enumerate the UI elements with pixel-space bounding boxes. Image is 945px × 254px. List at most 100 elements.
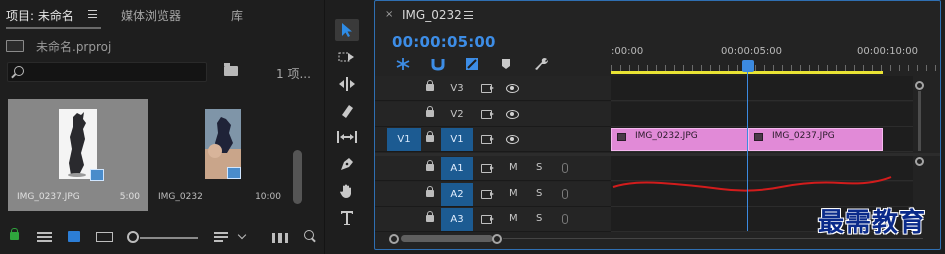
lock-icon[interactable] xyxy=(426,211,434,222)
fx-badge-icon xyxy=(754,133,763,141)
solo-button[interactable]: S xyxy=(536,188,542,199)
tab-libraries[interactable]: 库 xyxy=(231,7,243,24)
microphone-icon[interactable] xyxy=(562,214,568,224)
track-select-icon xyxy=(338,52,354,62)
automate-to-sequence-icon[interactable] xyxy=(272,233,288,243)
panel-menu-icon[interactable] xyxy=(464,11,473,19)
type-icon xyxy=(341,211,353,225)
lock-icon[interactable] xyxy=(426,131,434,142)
sort-icons-icon[interactable] xyxy=(214,232,228,243)
timeline-clip[interactable]: IMG_0232.JPG xyxy=(611,128,748,151)
lock-icon[interactable] xyxy=(426,160,434,171)
chevron-down-icon[interactable] xyxy=(237,230,247,240)
mute-button[interactable]: M xyxy=(509,213,518,224)
hand-tool[interactable] xyxy=(335,180,359,202)
zoom-slider-track[interactable] xyxy=(140,237,198,239)
tab-project[interactable]: 项目: 未命名 xyxy=(6,7,74,24)
find-icon[interactable] xyxy=(304,230,314,240)
project-item-name: IMG_0237.JPG xyxy=(17,192,80,202)
track-label[interactable]: A2 xyxy=(441,183,473,206)
track-lane[interactable] xyxy=(611,76,913,101)
write-lock-icon[interactable] xyxy=(10,228,19,240)
audio-scroll-handle[interactable] xyxy=(915,157,924,166)
track-label[interactable]: V1 xyxy=(441,128,473,151)
playhead-timecode[interactable]: 00:00:05:00 xyxy=(392,33,496,51)
zoom-handle-right[interactable] xyxy=(492,234,502,244)
sync-lock-icon[interactable] xyxy=(481,110,494,119)
time-ruler[interactable]: :00:00 00:00:05:00 00:00:10:00 xyxy=(611,29,940,75)
zoom-handle-left[interactable] xyxy=(389,234,399,244)
video-scroll-track[interactable] xyxy=(918,91,921,151)
track-label[interactable]: A1 xyxy=(441,157,473,180)
solo-button[interactable]: S xyxy=(536,213,542,224)
track-label[interactable]: V2 xyxy=(441,103,473,126)
eye-icon[interactable] xyxy=(506,135,519,144)
project-scrollbar[interactable] xyxy=(293,150,302,204)
source-patch[interactable]: V1 xyxy=(387,128,421,151)
tab-media-browser[interactable]: 媒体浏览器 xyxy=(121,7,181,24)
timeline-clip[interactable]: IMG_0237.JPG xyxy=(748,128,883,151)
microphone-icon[interactable] xyxy=(562,189,568,199)
list-view-icon[interactable] xyxy=(37,232,52,242)
playhead-line xyxy=(747,71,748,231)
freeform-view-icon[interactable] xyxy=(96,232,113,242)
zoom-slider-handle[interactable] xyxy=(127,231,139,243)
type-tool[interactable] xyxy=(335,207,359,229)
ripple-edit-tool[interactable] xyxy=(335,73,359,95)
search-icon xyxy=(14,66,24,76)
project-search-input[interactable] xyxy=(7,62,207,82)
sync-lock-icon[interactable] xyxy=(481,84,494,93)
track-label[interactable]: A3 xyxy=(441,208,473,231)
ruler-label: :00:00 xyxy=(611,46,644,57)
new-bin-icon[interactable] xyxy=(224,63,238,76)
ruler-label: 00:00:10:00 xyxy=(857,46,919,57)
zoom-scroll-bar[interactable] xyxy=(401,235,493,242)
close-icon[interactable]: × xyxy=(385,9,393,20)
project-items-grid: IMG_0237.JPG 5:00 IMG_0232 10:00 xyxy=(0,96,305,212)
hand-icon xyxy=(340,184,351,198)
sync-lock-icon[interactable] xyxy=(481,135,494,144)
lock-icon[interactable] xyxy=(426,106,434,117)
nest-icon[interactable] xyxy=(395,57,411,71)
project-item-duration: 5:00 xyxy=(119,192,140,202)
track-label[interactable]: V3 xyxy=(441,77,473,100)
project-item-img-0232[interactable]: IMG_0232 10:00 xyxy=(149,99,289,211)
track-select-tool[interactable] xyxy=(335,46,359,68)
sequence-tab-title[interactable]: IMG_0232 xyxy=(402,8,462,22)
clip-name: IMG_0232.JPG xyxy=(635,131,698,141)
sequence-badge-icon xyxy=(90,169,104,181)
sync-lock-icon[interactable] xyxy=(481,215,494,224)
project-file-icon xyxy=(6,40,24,52)
lock-icon[interactable] xyxy=(426,80,434,91)
timeline-header: × IMG_0232 xyxy=(375,1,940,29)
eye-icon[interactable] xyxy=(506,110,519,119)
video-scroll-handle[interactable] xyxy=(915,81,924,90)
project-item-name: IMG_0232 xyxy=(158,192,203,202)
panel-menu-icon[interactable] xyxy=(88,10,97,18)
selection-tool[interactable] xyxy=(335,19,359,41)
track-v3: V3 xyxy=(375,76,940,101)
razor-tool[interactable] xyxy=(335,100,359,122)
track-lane[interactable] xyxy=(611,102,913,127)
sequence-badge-icon xyxy=(227,167,241,179)
microphone-icon[interactable] xyxy=(562,163,568,173)
mute-button[interactable]: M xyxy=(509,188,518,199)
pen-tool[interactable] xyxy=(335,153,359,175)
sync-lock-icon[interactable] xyxy=(481,164,494,173)
solo-button[interactable]: S xyxy=(536,162,542,173)
icon-view-icon[interactable] xyxy=(68,231,80,242)
linked-selection-icon[interactable] xyxy=(464,57,480,71)
wrench-icon[interactable] xyxy=(533,57,549,71)
tools-panel xyxy=(324,0,372,254)
eye-icon[interactable] xyxy=(506,84,519,93)
razor-icon xyxy=(342,105,353,118)
snap-icon[interactable] xyxy=(430,57,446,71)
add-marker-icon[interactable] xyxy=(500,57,516,71)
sync-lock-icon[interactable] xyxy=(481,190,494,199)
project-item-img-0237[interactable]: IMG_0237.JPG 5:00 xyxy=(8,99,148,211)
pen-icon xyxy=(341,158,353,170)
mute-button[interactable]: M xyxy=(509,162,518,173)
playhead-handle[interactable] xyxy=(742,60,754,72)
lock-icon[interactable] xyxy=(426,186,434,197)
slip-tool[interactable] xyxy=(335,126,359,148)
